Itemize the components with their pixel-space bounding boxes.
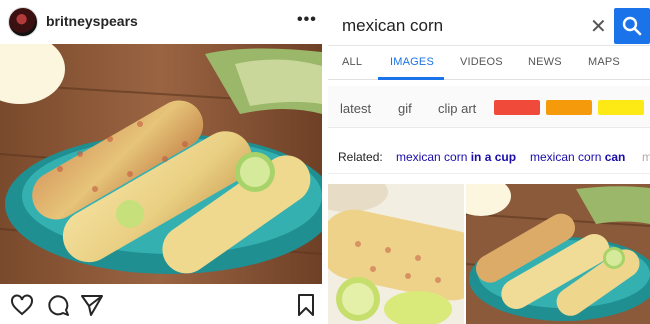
tab-news[interactable]: NEWS <box>528 56 562 68</box>
image-filters: latest gif clip art <box>328 86 650 128</box>
post-header: britneyspears ••• <box>0 0 322 44</box>
avatar[interactable] <box>8 7 38 37</box>
corn-plate-thumbnail <box>466 184 650 324</box>
close-icon[interactable]: ✕ <box>590 14 607 39</box>
image-result[interactable] <box>328 184 464 324</box>
search-input[interactable]: mexican corn <box>342 16 443 36</box>
image-result[interactable] <box>466 184 650 324</box>
corn-closeup-thumbnail <box>328 184 464 324</box>
search-button[interactable] <box>614 8 650 44</box>
comment-icon[interactable] <box>46 293 70 317</box>
tab-videos[interactable]: VIDEOS <box>460 56 503 68</box>
heart-icon[interactable] <box>10 293 34 317</box>
color-filter-orange[interactable] <box>546 100 592 115</box>
color-filter-red[interactable] <box>494 100 540 115</box>
filter-latest[interactable]: latest <box>340 101 371 116</box>
related-link[interactable]: mexican corn in a cup <box>396 150 516 164</box>
corn-photo <box>0 44 322 284</box>
tab-all[interactable]: ALL <box>342 56 362 68</box>
tab-images[interactable]: IMAGES <box>390 56 434 68</box>
filter-gif[interactable]: gif <box>398 101 412 116</box>
share-icon[interactable] <box>80 293 104 317</box>
post-photo[interactable] <box>0 44 322 284</box>
search-tabs: ALL IMAGES VIDEOS NEWS MAPS <box>328 46 650 80</box>
instagram-post: britneyspears ••• <box>0 0 322 324</box>
related-label: Related: <box>338 150 383 164</box>
search-results-panel: mexican corn ✕ ALL IMAGES VIDEOS NEWS MA… <box>328 0 650 324</box>
search-icon <box>622 16 642 36</box>
related-link[interactable]: m <box>642 150 650 164</box>
bookmark-icon[interactable] <box>294 293 318 317</box>
filter-clip-art[interactable]: clip art <box>438 101 476 116</box>
related-link[interactable]: mexican corn can <box>530 150 625 164</box>
related-searches: Related: mexican corn in a cup mexican c… <box>328 140 650 174</box>
color-filter-yellow[interactable] <box>598 100 644 115</box>
tab-maps[interactable]: MAPS <box>588 56 620 68</box>
search-bar: mexican corn ✕ <box>328 6 650 46</box>
post-actions <box>0 284 322 324</box>
username[interactable]: britneyspears <box>46 13 138 29</box>
active-tab-indicator <box>378 77 444 80</box>
more-dots-icon[interactable]: ••• <box>297 11 317 29</box>
